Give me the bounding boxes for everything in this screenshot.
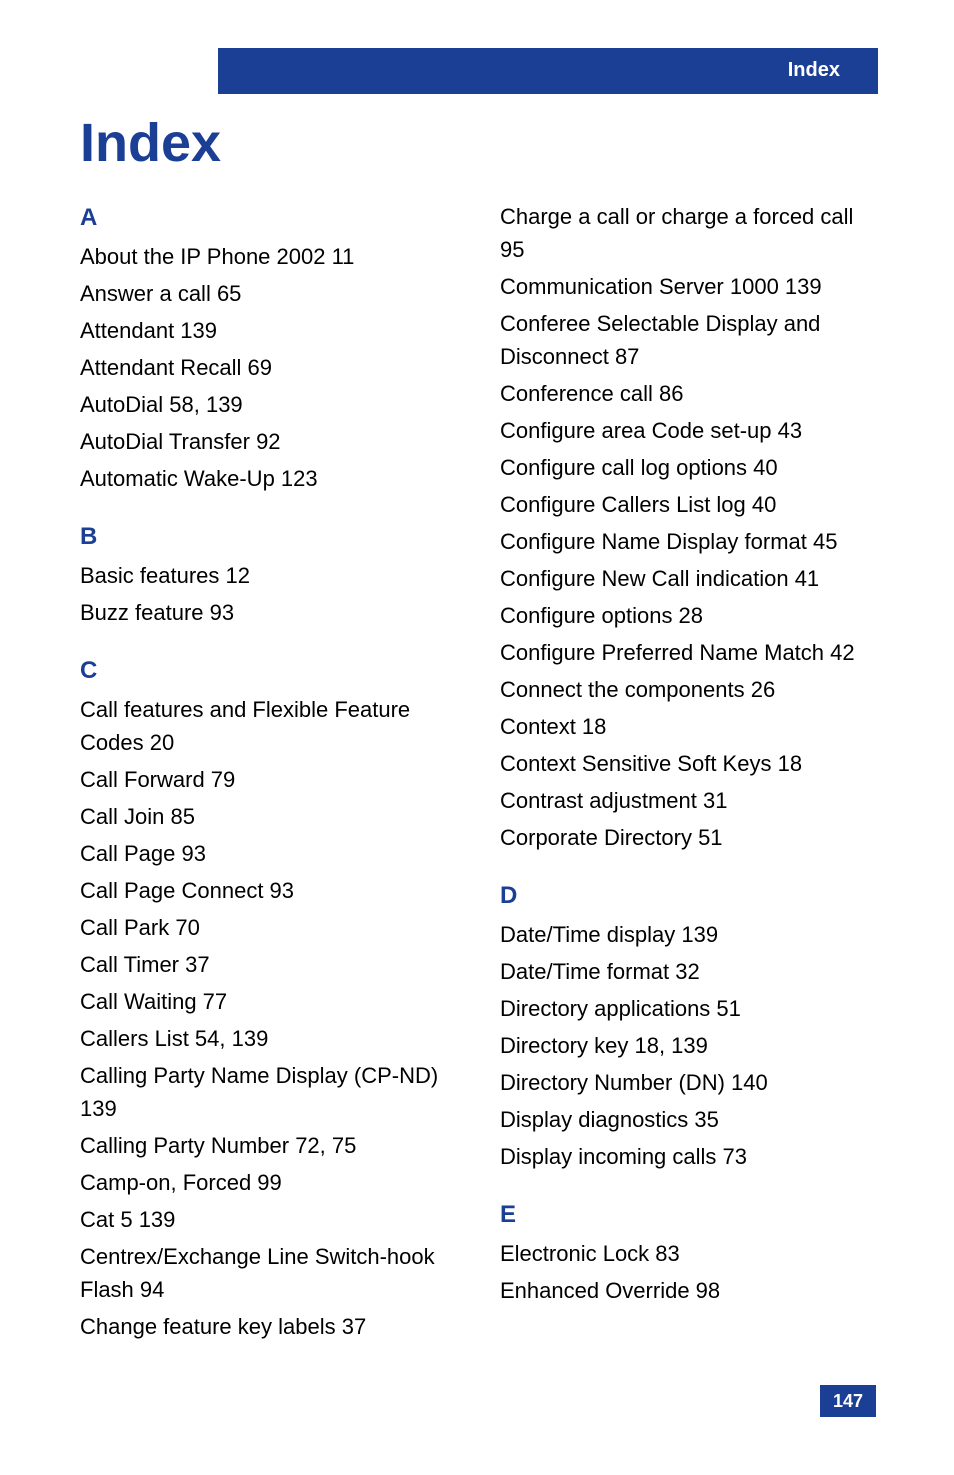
- index-entry: Calling Party Name Display (CP-ND) 139: [80, 1059, 460, 1125]
- index-entry: Charge a call or charge a forced call 95: [500, 200, 880, 266]
- index-entry: Call features and Flexible Feature Codes…: [80, 693, 460, 759]
- index-entry: Connect the components 26: [500, 673, 880, 706]
- index-entry: Call Page Connect 93: [80, 874, 460, 907]
- index-entry: Conferee Selectable Display and Disconne…: [500, 307, 880, 373]
- index-entry: Date/Time format 32: [500, 955, 880, 988]
- index-entry: Directory applications 51: [500, 992, 880, 1025]
- index-entry: Contrast adjustment 31: [500, 784, 880, 817]
- index-entry: Communication Server 1000 139: [500, 270, 880, 303]
- index-entry: Configure call log options 40: [500, 451, 880, 484]
- index-entry: Corporate Directory 51: [500, 821, 880, 854]
- index-entry: Enhanced Override 98: [500, 1274, 880, 1307]
- index-entry: Directory Number (DN) 140: [500, 1066, 880, 1099]
- index-entry: Call Timer 37: [80, 948, 460, 981]
- index-entry: Context 18: [500, 710, 880, 743]
- index-entry: Display incoming calls 73: [500, 1140, 880, 1173]
- index-entry: Display diagnostics 35: [500, 1103, 880, 1136]
- index-entry: Basic features 12: [80, 559, 460, 592]
- section-letter-a: A: [80, 200, 460, 236]
- index-entry: Electronic Lock 83: [500, 1237, 880, 1270]
- index-entry: Change feature key labels 37: [80, 1310, 460, 1343]
- index-entry: Configure area Code set-up 43: [500, 414, 880, 447]
- index-entry: Camp-on, Forced 99: [80, 1166, 460, 1199]
- index-entry: Configure Callers List log 40: [500, 488, 880, 521]
- index-content: A About the IP Phone 2002 11 Answer a ca…: [80, 200, 880, 1347]
- index-entry: Call Join 85: [80, 800, 460, 833]
- index-entry: Callers List 54, 139: [80, 1022, 460, 1055]
- index-entry: Call Forward 79: [80, 763, 460, 796]
- section-letter-e: E: [500, 1197, 880, 1233]
- index-entry: Buzz feature 93: [80, 596, 460, 629]
- index-entry: Call Page 93: [80, 837, 460, 870]
- index-entry: AutoDial 58, 139: [80, 388, 460, 421]
- index-entry: Call Waiting 77: [80, 985, 460, 1018]
- section-letter-c: C: [80, 653, 460, 689]
- index-entry: Configure options 28: [500, 599, 880, 632]
- index-entry: AutoDial Transfer 92: [80, 425, 460, 458]
- index-entry: Automatic Wake-Up 123: [80, 462, 460, 495]
- index-entry: Conference call 86: [500, 377, 880, 410]
- index-column-left: A About the IP Phone 2002 11 Answer a ca…: [80, 200, 460, 1347]
- index-entry: Cat 5 139: [80, 1203, 460, 1236]
- index-entry: Answer a call 65: [80, 277, 460, 310]
- index-entry: Date/Time display 139: [500, 918, 880, 951]
- index-entry: Call Park 70: [80, 911, 460, 944]
- section-letter-d: D: [500, 878, 880, 914]
- index-entry: Configure New Call indication 41: [500, 562, 880, 595]
- section-letter-b: B: [80, 519, 460, 555]
- index-entry: Directory key 18, 139: [500, 1029, 880, 1062]
- header-tab-label: Index: [788, 59, 840, 82]
- index-entry: Context Sensitive Soft Keys 18: [500, 747, 880, 780]
- index-entry: About the IP Phone 2002 11: [80, 240, 460, 273]
- index-entry: Configure Preferred Name Match 42: [500, 636, 880, 669]
- header-tab: Index: [218, 48, 878, 94]
- index-column-right: Charge a call or charge a forced call 95…: [500, 200, 880, 1347]
- index-entry: Attendant Recall 69: [80, 351, 460, 384]
- index-entry: Calling Party Number 72, 75: [80, 1129, 460, 1162]
- page: Index Index A About the IP Phone 2002 11…: [0, 0, 954, 1475]
- index-entry: Attendant 139: [80, 314, 460, 347]
- index-entry: Centrex/Exchange Line Switch-hook Flash …: [80, 1240, 460, 1306]
- page-title: Index: [80, 112, 221, 174]
- page-number: 147: [820, 1385, 876, 1417]
- index-entry: Configure Name Display format 45: [500, 525, 880, 558]
